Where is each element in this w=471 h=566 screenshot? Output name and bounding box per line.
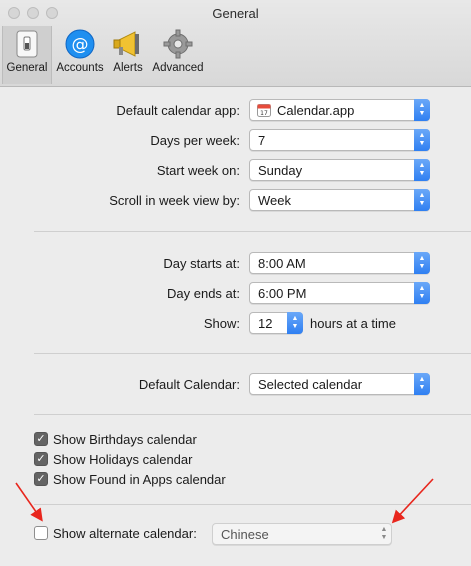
annotation-overlay	[15, 478, 434, 524]
annotation-arrow-popup	[391, 478, 434, 524]
annotation-arrow-checkbox	[15, 482, 43, 522]
